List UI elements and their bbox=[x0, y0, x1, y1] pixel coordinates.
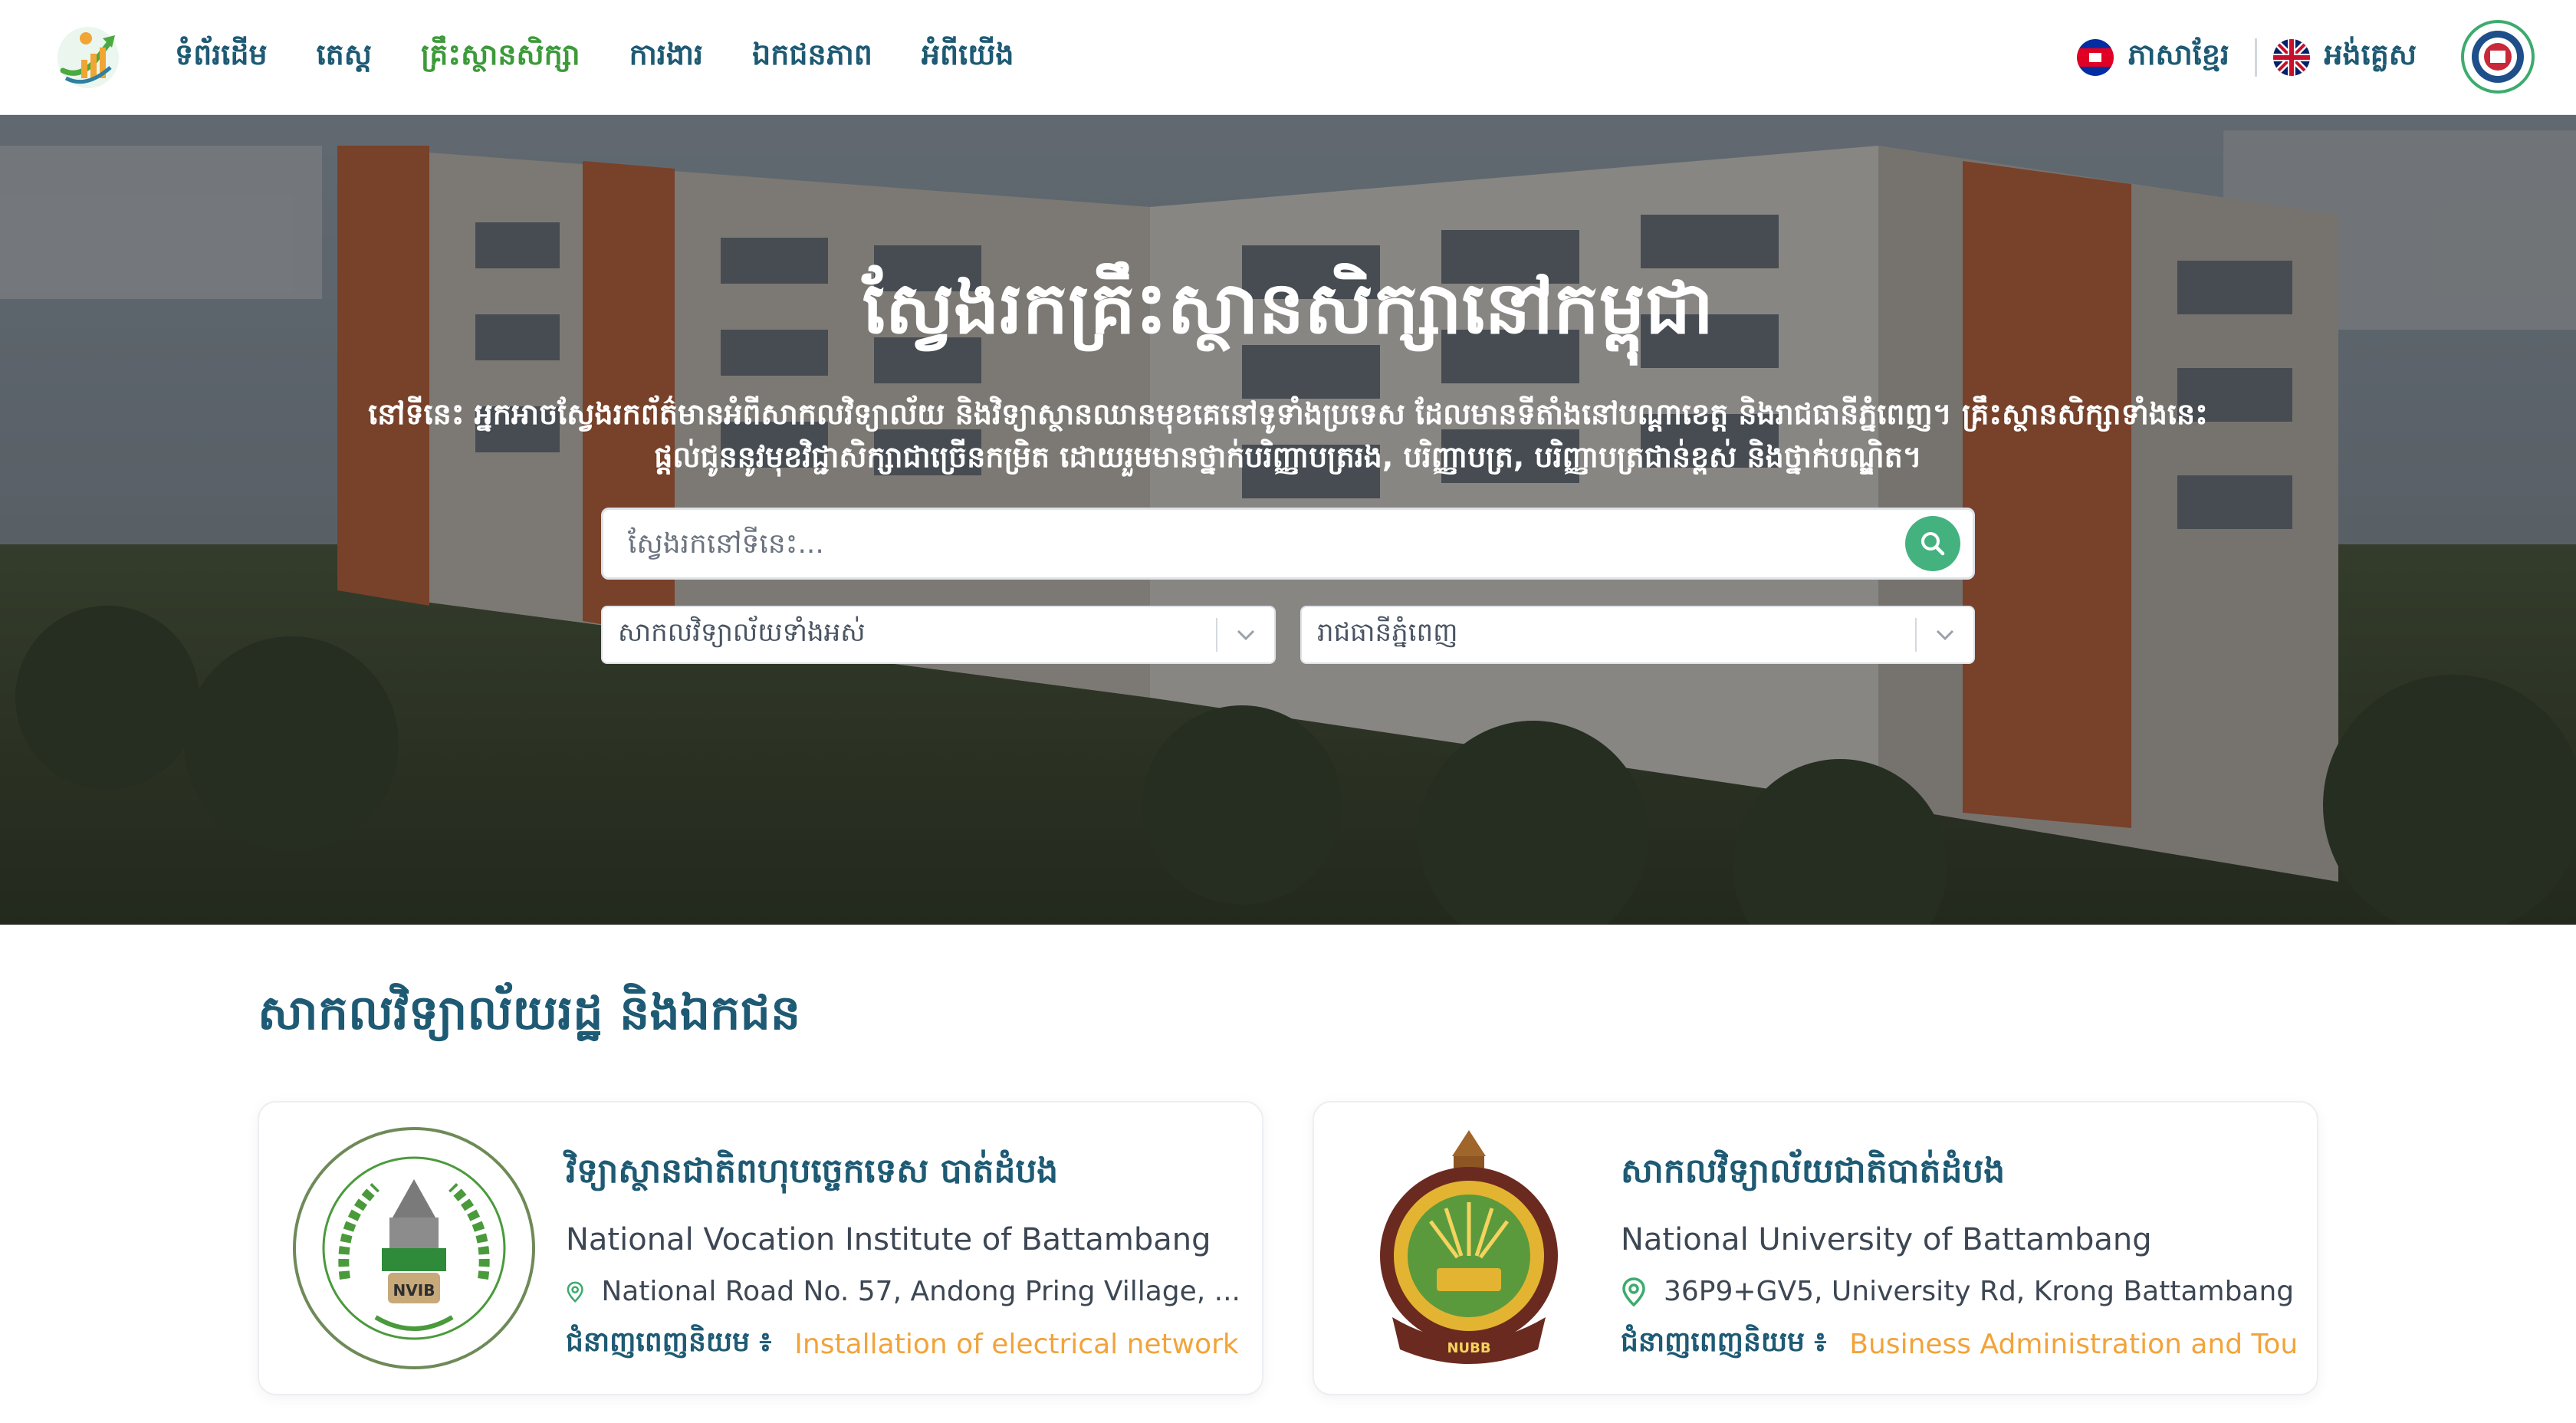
nav-item-test[interactable]: តេស្ត bbox=[317, 36, 372, 79]
institution-name-en: National University of Battambang bbox=[1621, 1222, 2152, 1257]
address-text: National Road No. 57, Andong Pring Villa… bbox=[601, 1276, 1240, 1307]
institution-card[interactable]: NUBB សាកលវិទ្យាល័យជាតិបាត់ដំបង National … bbox=[1313, 1101, 2318, 1395]
address-text: 36P9+GV5, University Rd, Krong Battamban… bbox=[1664, 1276, 2295, 1307]
language-khmer-button[interactable]: ភាសាខ្មែរ bbox=[2077, 36, 2229, 79]
institution-address: National Road No. 57, Andong Pring Villa… bbox=[566, 1276, 1240, 1307]
search-bar bbox=[601, 508, 1975, 580]
nav-item-home[interactable]: ទំព័រដើម bbox=[175, 36, 268, 79]
province-select[interactable]: រាជធានីភ្នំពេញ bbox=[1300, 606, 1975, 664]
institution-address: 36P9+GV5, University Rd, Krong Battamban… bbox=[1621, 1276, 2295, 1307]
nubb-logo-icon: NUBB bbox=[1346, 1126, 1592, 1371]
top-navbar: ទំព័រដើម តេស្ត គ្រឹះស្ថានសិក្សា ការងារ ឯ… bbox=[0, 0, 2576, 115]
popular-skill-value: Installation of electrical networks bbox=[794, 1329, 1240, 1360]
province-value: រាជធានីភ្នំពេញ bbox=[1317, 617, 1458, 648]
location-pin-icon bbox=[1622, 1277, 1645, 1306]
nav-item-institutions[interactable]: គ្រឹះស្ថានសិក្សា bbox=[421, 36, 580, 79]
card-body: សាកលវិទ្យាល័យជាតិបាត់ដំបង National Unive… bbox=[1621, 1150, 2295, 1365]
language-khmer-label: ភាសាខ្មែរ bbox=[2128, 38, 2229, 71]
hero-description: នៅទីនេះ អ្នកអាចស្វែងរកព័ត៌មានអំពីសាកលវិទ… bbox=[368, 397, 2208, 474]
hero-banner: ស្វែងរកគ្រឹះស្ថានសិក្សានៅកម្ពុជា នៅទីនេះ… bbox=[0, 115, 2576, 925]
uk-flag-icon bbox=[2273, 39, 2311, 76]
language-divider bbox=[2255, 38, 2257, 77]
site-logo-icon[interactable] bbox=[55, 25, 121, 90]
main-nav: ទំព័រដើម តេស្ត គ្រឹះស្ថានសិក្សា ការងារ ឯ… bbox=[175, 0, 1014, 115]
university-type-value: សាកលវិទ្យាល័យទាំងអស់ bbox=[618, 617, 866, 648]
nav-item-privacy[interactable]: ឯកជនភាព bbox=[752, 36, 872, 79]
nav-item-about[interactable]: អំពីយើង bbox=[922, 36, 1014, 79]
institution-name-en: National Vocation Institute of Battamban… bbox=[566, 1222, 1211, 1257]
user-avatar[interactable] bbox=[2461, 20, 2535, 94]
popular-skill-label: ជំនាញពេញនិយម ៖ bbox=[566, 1326, 772, 1358]
cambodia-flag-icon bbox=[2077, 39, 2114, 76]
institution-card[interactable]: NVIB វិទ្យាស្ថានជាតិពហុបច្ចេកទេស បាត់ដំប… bbox=[258, 1101, 1263, 1395]
chevron-down-icon bbox=[1917, 606, 1973, 664]
language-english-button[interactable]: អង់គ្លេស bbox=[2273, 36, 2417, 79]
nav-item-jobs[interactable]: ការងារ bbox=[629, 36, 703, 79]
search-icon bbox=[1921, 532, 1945, 556]
logo-text: NUBB bbox=[1447, 1340, 1490, 1356]
location-pin-icon bbox=[567, 1281, 583, 1303]
popular-skill: ជំនាញពេញនិយម ៖ Installation of electrica… bbox=[566, 1324, 1240, 1365]
university-type-select[interactable]: សាកលវិទ្យាល័យទាំងអស់ bbox=[601, 606, 1276, 664]
section-title: សាកលវិទ្យាល័យរដ្ឋ និងឯកជន bbox=[258, 984, 801, 1040]
popular-skill: ជំនាញពេញនិយម ៖ Business Administration a… bbox=[1621, 1324, 2295, 1365]
logo-text: NVIB bbox=[393, 1281, 435, 1300]
institution-name-km: សាកលវិទ្យាល័យជាតិបាត់ដំបង bbox=[1621, 1152, 2006, 1191]
card-body: វិទ្យាស្ថានជាតិពហុបច្ចេកទេស បាត់ដំបង Nat… bbox=[566, 1150, 1240, 1365]
chevron-down-icon bbox=[1217, 606, 1274, 664]
popular-skill-value: Business Administration and Tour bbox=[1849, 1329, 2295, 1360]
language-english-label: អង់គ្លេស bbox=[2324, 38, 2417, 71]
nvib-logo-icon: NVIB bbox=[291, 1126, 537, 1371]
hero-title: ស្វែងរកគ្រឹះស្ថានសិក្សានៅកម្ពុជា bbox=[862, 267, 1714, 350]
search-button[interactable] bbox=[1905, 516, 1960, 571]
institution-name-km: វិទ្យាស្ថានជាតិពហុបច្ចេកទេស បាត់ដំបង bbox=[566, 1152, 1059, 1191]
popular-skill-label: ជំនាញពេញនិយម ៖ bbox=[1621, 1326, 1827, 1358]
search-input[interactable] bbox=[603, 510, 1905, 577]
